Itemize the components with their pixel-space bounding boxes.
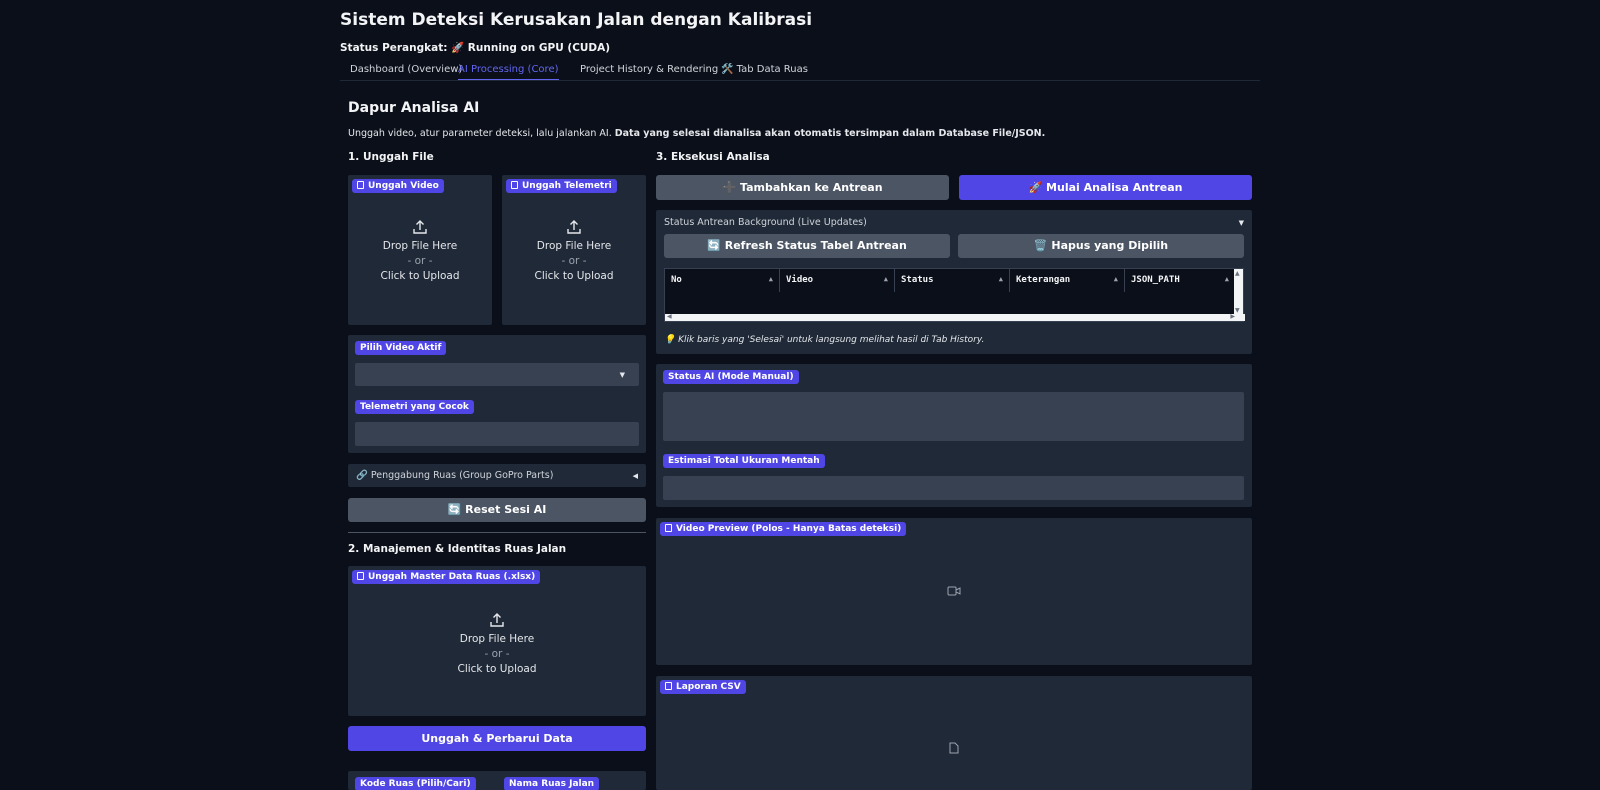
file-icon [511, 181, 518, 189]
start-queue-button[interactable]: 🚀 Mulai Analisa Antrean [959, 175, 1252, 200]
ai-status-label: Status AI (Mode Manual) [663, 370, 799, 384]
tab-ai-processing[interactable]: AI Processing (Core) [458, 64, 559, 80]
video-upload-dropzone[interactable]: Unggah Video Drop File Here - or - Click… [348, 175, 492, 325]
upload-heading: 1. Unggah File [348, 151, 434, 163]
vertical-scrollbar[interactable]: ▲ ▼ [1234, 269, 1243, 315]
video-preview-label: Video Preview (Polos - Hanya Batas detek… [660, 522, 907, 536]
scroll-down-icon: ▼ [1235, 307, 1240, 314]
sort-icon: ▲ [883, 275, 888, 283]
chevron-down-icon: ▼ [619, 371, 625, 379]
video-upload-label: Unggah Video [352, 179, 444, 193]
sort-icon: ▲ [1113, 275, 1118, 283]
merge-parts-accordion[interactable]: 🔗 Penggabung Ruas (Group GoPro Parts) ◀ [348, 464, 646, 487]
execution-heading: 3. Eksekusi Analisa [656, 151, 770, 163]
column-header-keterangan[interactable]: Keterangan ▲ [1010, 269, 1125, 292]
add-to-queue-button[interactable]: ➕ Tambahkan ke Antrean [656, 175, 949, 200]
scroll-right-icon: ▶ [1230, 313, 1235, 320]
video-upload-prompt: Drop File Here - or - Click to Upload [348, 219, 492, 284]
road-identity-panel: Kode Ruas (Pilih/Cari) Nama Ruas Jalan [348, 771, 646, 790]
active-video-panel: Pilih Video Aktif ▼ Telemetri yang Cocok [348, 335, 646, 453]
file-icon [357, 181, 364, 189]
master-data-dropzone[interactable]: Unggah Master Data Ruas (.xlsx) Drop Fil… [348, 566, 646, 716]
chevron-left-icon: ◀ [632, 472, 638, 480]
delete-selected-button[interactable]: 🗑️ Hapus yang Dipilih [958, 234, 1244, 258]
queue-status-label[interactable]: Status Antrean Background (Live Updates) [664, 217, 867, 228]
section-divider [348, 532, 646, 533]
master-data-label: Unggah Master Data Ruas (.xlsx) [352, 570, 541, 584]
sort-icon: ▲ [1224, 275, 1229, 283]
matching-telemetry-label: Telemetri yang Cocok [355, 400, 474, 414]
page-title: Dapur Analisa AI [348, 100, 480, 116]
raw-size-label: Estimasi Total Ukuran Mentah [663, 454, 825, 468]
tab-bar: Dashboard (Overview) AI Processing (Core… [340, 60, 1260, 81]
device-status: Status Perangkat: 🚀 Running on GPU (CUDA… [340, 42, 611, 54]
active-video-label: Pilih Video Aktif [355, 341, 447, 355]
sort-icon: ▲ [768, 275, 773, 283]
upload-icon [567, 220, 581, 234]
merge-parts-label: 🔗 Penggabung Ruas (Group GoPro Parts) [356, 470, 554, 481]
csv-report-label: Laporan CSV [660, 680, 746, 694]
horizontal-scrollbar[interactable]: ◀ ▶ [665, 313, 1245, 321]
active-video-select[interactable]: ▼ [355, 363, 639, 386]
telemetry-upload-label: Unggah Telemetri [506, 179, 617, 193]
column-header-status[interactable]: Status ▲ [895, 269, 1010, 292]
app-title: Sistem Deteksi Kerusakan Jalan dengan Ka… [340, 10, 813, 30]
video-icon [665, 524, 672, 532]
scroll-up-icon: ▲ [1235, 270, 1240, 277]
telemetry-upload-dropzone[interactable]: Unggah Telemetri Drop File Here - or - C… [502, 175, 646, 325]
upload-icon [413, 220, 427, 234]
column-header-json-path[interactable]: JSON_PATH ▲ [1125, 269, 1235, 292]
queue-hint: 💡 Klik baris yang 'Selesai' untuk langsu… [664, 335, 985, 345]
master-data-prompt: Drop File Here - or - Click to Upload [348, 612, 646, 677]
queue-table: No ▲ Video ▲ Status ▲ Keterangan ▲ JSON_PATH… [664, 268, 1245, 322]
reset-session-button[interactable]: 🔄 Reset Sesi AI [348, 498, 646, 522]
file-placeholder-icon [949, 742, 959, 754]
ai-status-panel: Status AI (Mode Manual) Estimasi Total U… [656, 364, 1252, 507]
file-icon [665, 682, 672, 690]
management-heading: 2. Manajemen & Identitas Ruas Jalan [348, 543, 567, 555]
tab-project-history[interactable]: Project History & Rendering [580, 64, 718, 79]
road-code-label: Kode Ruas (Pilih/Cari) [355, 777, 476, 790]
sort-icon: ▲ [998, 275, 1003, 283]
chevron-down-icon[interactable]: ▼ [1239, 219, 1244, 227]
upload-icon [490, 613, 504, 627]
tab-data-ruas[interactable]: 🛠️ Tab Data Ruas [721, 64, 808, 79]
scroll-left-icon: ◀ [667, 313, 672, 320]
video-preview-panel: Video Preview (Polos - Hanya Batas detek… [656, 518, 1252, 665]
ai-status-output [663, 392, 1244, 441]
raw-size-output [663, 476, 1244, 500]
column-header-video[interactable]: Video ▲ [780, 269, 895, 292]
column-header-no[interactable]: No ▲ [665, 269, 780, 292]
upload-update-data-button[interactable]: Unggah & Perbarui Data [348, 726, 646, 751]
matching-telemetry-field[interactable] [355, 422, 639, 446]
file-icon [357, 572, 364, 580]
queue-status-accordion: Status Antrean Background (Live Updates)… [656, 210, 1252, 354]
csv-report-panel: Laporan CSV [656, 676, 1252, 790]
video-placeholder-icon [947, 586, 961, 596]
telemetry-upload-prompt: Drop File Here - or - Click to Upload [502, 219, 646, 284]
road-name-label: Nama Ruas Jalan [504, 777, 600, 790]
tab-dashboard[interactable]: Dashboard (Overview) [350, 64, 462, 79]
page-description: Unggah video, atur parameter deteksi, la… [348, 128, 1046, 139]
refresh-queue-button[interactable]: 🔄 Refresh Status Tabel Antrean [664, 234, 950, 258]
